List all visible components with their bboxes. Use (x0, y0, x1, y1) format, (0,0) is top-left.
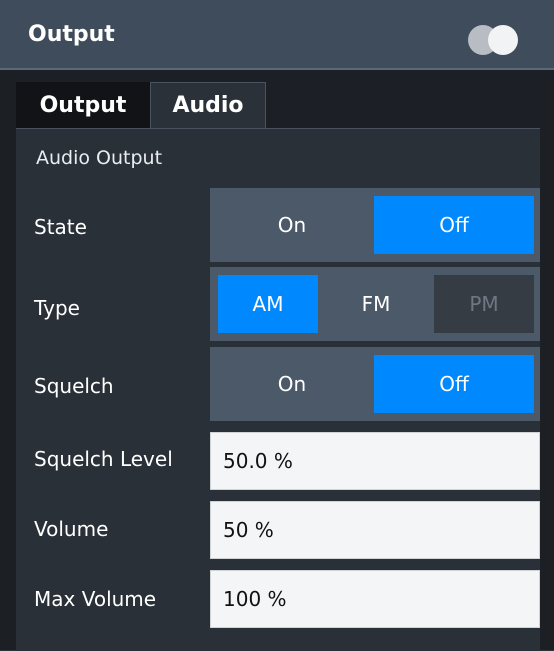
type-selector: AM FM PM (210, 267, 540, 341)
audio-panel: Audio Output State On Off Type AM FM PM … (16, 128, 540, 651)
tab-bar: Output Audio (16, 72, 540, 128)
title-bar: Output (0, 0, 554, 70)
squelch-level-input[interactable]: 50.0 % (210, 432, 540, 490)
toggle-dot-right (488, 25, 518, 55)
tab-audio[interactable]: Audio (150, 82, 266, 128)
squelch-on-button[interactable]: On (210, 355, 374, 413)
volume-input[interactable]: 50 % (210, 501, 540, 559)
type-label: Type (34, 296, 80, 320)
state-on-button[interactable]: On (210, 196, 374, 254)
state-toggle: On Off (210, 188, 540, 262)
state-off-button[interactable]: Off (374, 196, 534, 254)
tab-output[interactable]: Output (16, 82, 150, 128)
output-dialog: Output Output Audio Audio Output State O… (0, 0, 554, 651)
max-volume-input[interactable]: 100 % (210, 570, 540, 628)
state-label: State (34, 215, 87, 239)
dialog-title: Output (28, 22, 115, 47)
squelch-toggle: On Off (210, 347, 540, 421)
type-fm-button[interactable]: FM (326, 275, 426, 333)
squelch-label: Squelch (34, 374, 114, 398)
volume-label: Volume (34, 517, 109, 541)
dialog-content: Output Audio Audio Output State On Off T… (16, 72, 540, 651)
max-volume-label: Max Volume (34, 587, 157, 611)
section-label-audio-output: Audio Output (36, 147, 163, 169)
squelch-off-button[interactable]: Off (374, 355, 534, 413)
dialog-toggle-icon[interactable] (468, 25, 526, 55)
squelch-level-label: Squelch Level (34, 447, 173, 471)
type-pm-button: PM (434, 275, 534, 333)
type-am-button[interactable]: AM (218, 275, 318, 333)
